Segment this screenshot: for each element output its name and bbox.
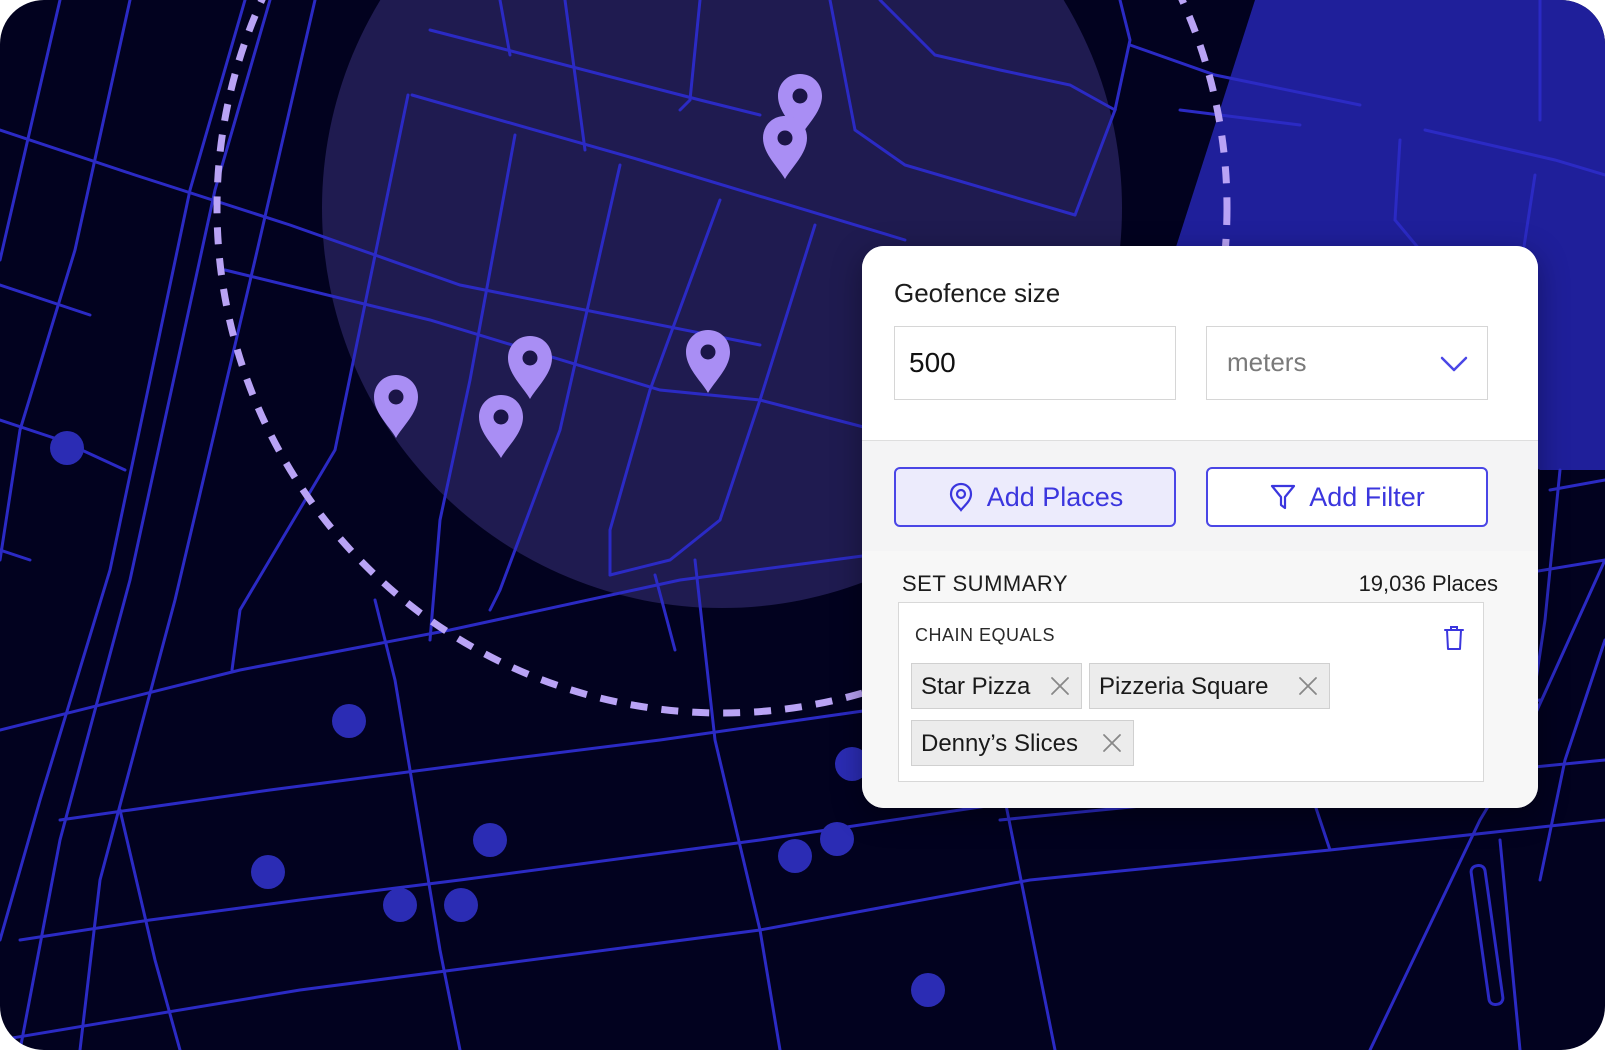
map-frame: Geofence size meters Add Places — [0, 0, 1605, 1050]
unit-select[interactable]: meters — [1206, 326, 1488, 400]
add-places-button[interactable]: Add Places — [894, 467, 1176, 527]
chip-label: Star Pizza — [921, 673, 1031, 700]
add-filter-button[interactable]: Add Filter — [1206, 467, 1488, 527]
set-summary-title: SET SUMMARY — [902, 571, 1069, 596]
chip-star-pizza: Star Pizza — [911, 663, 1082, 709]
map-pin-icon — [949, 482, 972, 512]
filter-condition-label: CHAIN EQUALS — [915, 625, 1056, 645]
chip-label: Denny’s Slices — [921, 730, 1078, 757]
geofence-size-label: Geofence size — [894, 278, 1061, 308]
geofence-size-input[interactable] — [894, 326, 1176, 400]
actions-bar: Add Places Add Filter — [862, 441, 1538, 551]
close-icon[interactable] — [1101, 732, 1123, 754]
close-icon[interactable] — [1297, 675, 1319, 697]
set-summary-section: SET SUMMARY 19,036 Places CHAIN EQUALS S… — [862, 551, 1538, 808]
places-count: 19,036 Places — [1358, 571, 1498, 596]
geofence-panel: Geofence size meters Add Places — [862, 246, 1538, 808]
chip-pizzeria-square: Pizzeria Square — [1089, 663, 1330, 709]
trash-icon[interactable] — [1443, 625, 1465, 651]
add-places-label: Add Places — [986, 481, 1124, 512]
filter-card: CHAIN EQUALS Star Pizza Pizzeria Square — [898, 602, 1484, 782]
chip-dennys-slices: Denny’s Slices — [911, 720, 1134, 766]
unit-select-value: meters — [1227, 347, 1307, 377]
add-filter-label: Add Filter — [1309, 481, 1425, 512]
filter-icon — [1271, 484, 1296, 510]
chip-label: Pizzeria Square — [1099, 673, 1269, 700]
geofence-size-section: Geofence size meters — [862, 246, 1538, 441]
close-icon[interactable] — [1049, 675, 1071, 697]
chevron-down-icon — [1440, 356, 1468, 372]
